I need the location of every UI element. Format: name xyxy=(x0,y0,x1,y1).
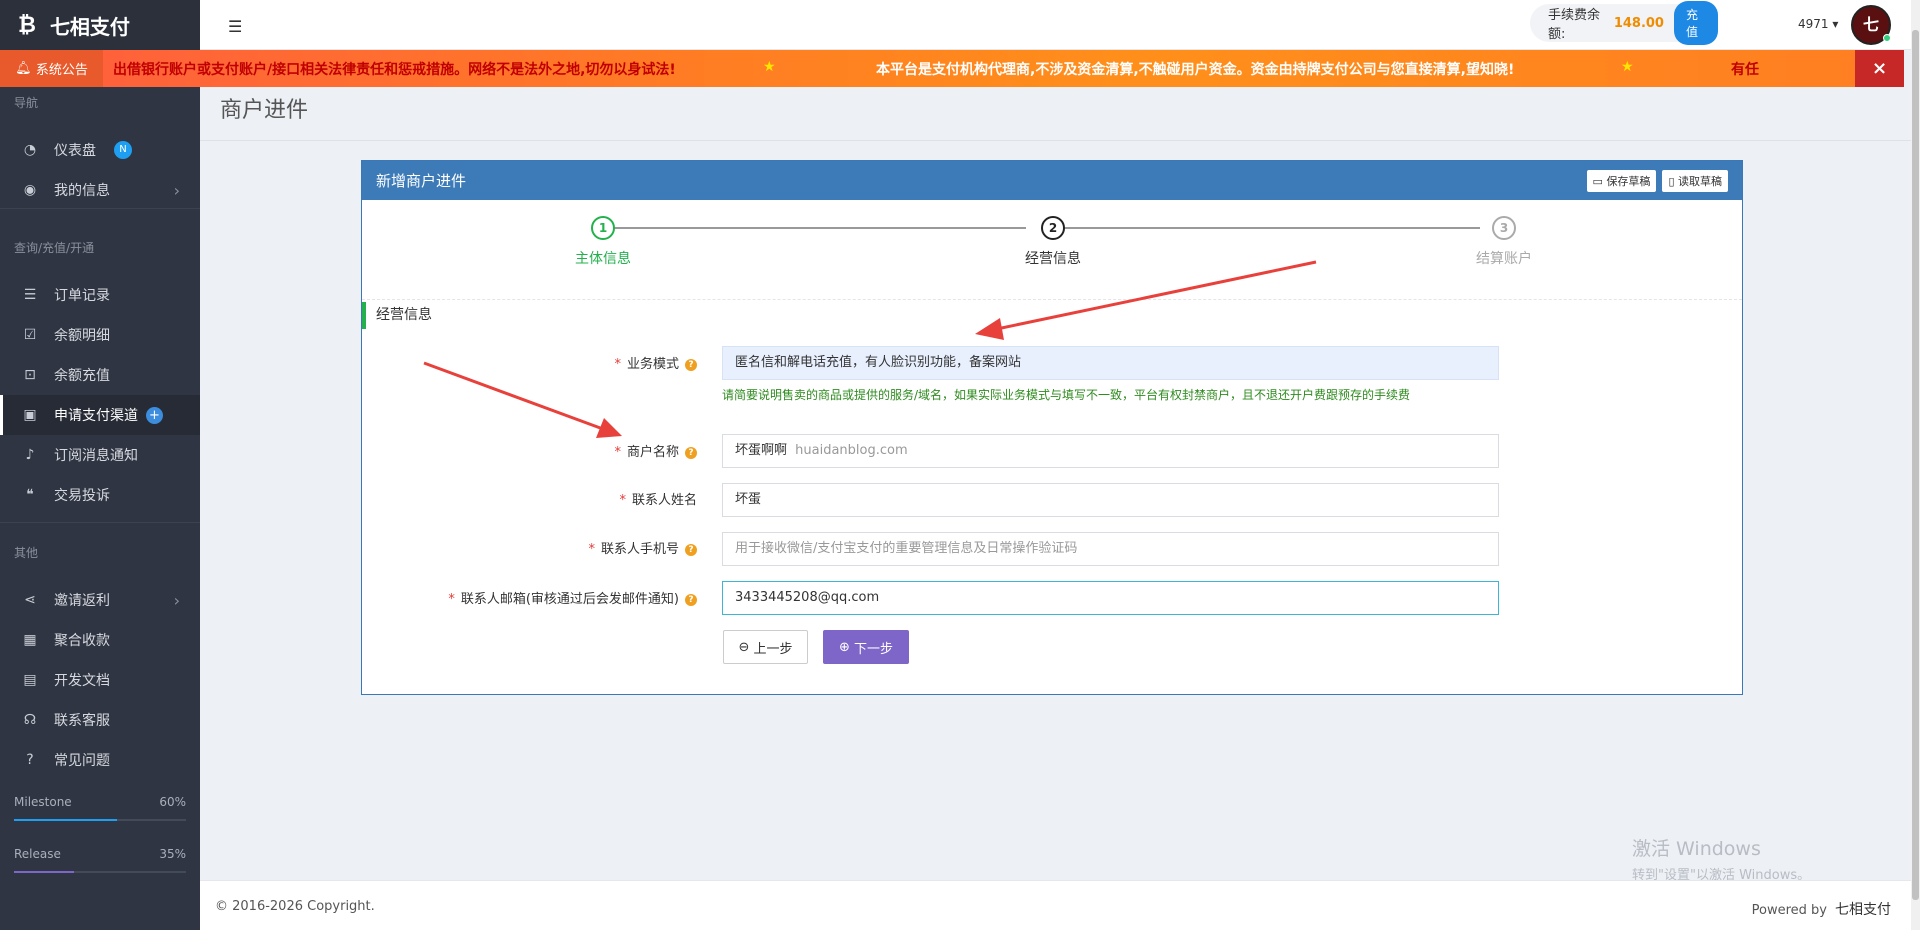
watermark-line: 激活 Windows xyxy=(1632,838,1761,860)
powered-label: Powered by xyxy=(1751,903,1827,918)
windows-activation-watermark: 激活 Windows 转到"设置"以激活 Windows。 xyxy=(1632,834,1810,883)
annotation-arrow xyxy=(423,361,604,431)
arrowhead xyxy=(975,318,1004,340)
powered-brand[interactable]: 七相支付 xyxy=(1835,902,1891,918)
footer: © 2016-2026 Copyright. Powered by 七相支付 xyxy=(200,880,1911,930)
scrollbar-thumb[interactable] xyxy=(1912,30,1919,900)
annotation-arrows xyxy=(423,260,1317,438)
powered-by: Powered by 七相支付 xyxy=(1752,899,1891,919)
scrollbar[interactable] xyxy=(1911,0,1920,930)
annotation-arrow xyxy=(991,260,1317,332)
copyright: © 2016-2026 Copyright. xyxy=(215,899,375,914)
